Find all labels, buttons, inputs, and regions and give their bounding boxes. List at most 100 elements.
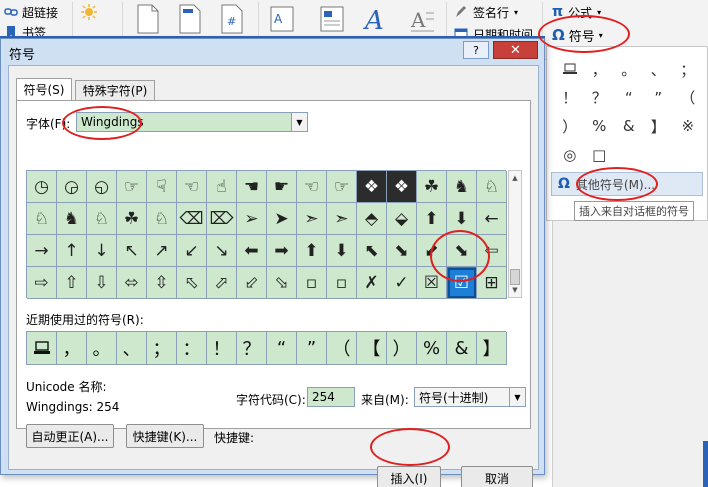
scroll-thumb[interactable] (510, 269, 520, 285)
symbol-cell[interactable]: ↑ (57, 235, 87, 267)
autocorrect-button[interactable]: 自动更正(A)... (26, 424, 114, 448)
tab-symbols[interactable]: 符号(S) (16, 78, 72, 100)
symbol-cell[interactable]: ☛ (267, 171, 297, 203)
symbol-cell[interactable]: ↘ (207, 235, 237, 267)
symbol-cell[interactable]: ◷ (27, 171, 57, 203)
symbol-cell[interactable]: ↙ (177, 235, 207, 267)
symbol-cell[interactable]: ☞ (327, 171, 357, 203)
recent-symbol-cell[interactable] (27, 332, 57, 365)
insert-button[interactable]: 插入(I) (377, 466, 441, 487)
symbol-cell[interactable]: ⬁ (177, 267, 207, 299)
quick-symbol-cell[interactable]: % (585, 112, 615, 141)
quick-symbol-cell[interactable]: 【 (703, 84, 708, 113)
symbol-cell[interactable]: ⇨ (27, 267, 57, 299)
header-page-icon[interactable] (176, 3, 204, 35)
recent-symbol-cell[interactable]: 。 (87, 332, 117, 365)
from-select[interactable]: 符号(十进制) ▼ (414, 387, 526, 407)
symbol-cell[interactable]: ⬋ (417, 235, 447, 267)
symbol-cell[interactable]: ➢ (237, 203, 267, 235)
symbol-cell[interactable]: ⬀ (207, 267, 237, 299)
recent-symbol-cell[interactable]: ； (147, 332, 177, 365)
symbol-cell[interactable]: ⬉ (357, 235, 387, 267)
symbol-cell[interactable]: ♘ (27, 203, 57, 235)
symbol-cell[interactable]: ⌦ (207, 203, 237, 235)
quick-symbol-cell[interactable]: ？ (585, 84, 615, 113)
symbol-grid-scrollbar[interactable]: ▲ ▼ (508, 170, 522, 298)
quick-symbol-cell[interactable]: ※ (673, 112, 703, 141)
symbol-cell[interactable]: ↓ (87, 235, 117, 267)
symbol-cell[interactable]: ♘ (147, 203, 177, 235)
symbol-cell[interactable]: ♘ (477, 171, 507, 203)
font-select[interactable]: Wingdings ▼ (76, 112, 308, 132)
quick-symbol-cell[interactable]: ○ (703, 112, 708, 141)
recent-symbol-cell[interactable]: 】 (477, 332, 507, 365)
symbol-cell[interactable]: ✓ (387, 267, 417, 299)
symbol-cell[interactable]: ⇧ (57, 267, 87, 299)
recent-symbol-cell[interactable]: 、 (117, 332, 147, 365)
signature-line-button[interactable]: 签名行 ▾ (454, 2, 518, 22)
recent-symbol-cell[interactable]: ， (57, 332, 87, 365)
quick-parts-icon[interactable] (318, 3, 346, 35)
quick-symbol-cell[interactable]: ） (555, 112, 585, 141)
symbol-cell[interactable]: ⬇ (447, 203, 477, 235)
char-code-input[interactable]: 254 (307, 387, 355, 407)
symbol-menu-button[interactable]: Ω 符号 ▾ (546, 24, 630, 46)
symbol-cell[interactable]: ⬊ (447, 235, 477, 267)
symbol-cell[interactable]: ❖ (357, 171, 387, 203)
symbol-cell[interactable]: ☝ (207, 171, 237, 203)
symbol-cell[interactable]: ☑ (447, 267, 477, 299)
quick-symbol-cell[interactable]: ， (585, 55, 615, 84)
symbol-cell[interactable]: ⬂ (267, 267, 297, 299)
page-icon[interactable] (134, 3, 162, 35)
recent-symbol-cell[interactable]: 【 (357, 332, 387, 365)
symbol-cell[interactable]: ➣ (327, 203, 357, 235)
equation-button[interactable]: π 公式 ▾ (552, 2, 601, 22)
wordart-icon[interactable]: A (362, 3, 390, 35)
quick-symbol-cell[interactable]: ！ (555, 84, 585, 113)
quick-symbol-cell[interactable]: 。 (614, 55, 644, 84)
symbol-cell[interactable]: ✗ (357, 267, 387, 299)
dropcap-icon[interactable]: A (408, 3, 436, 35)
quick-symbol-cell[interactable]: 、 (644, 55, 674, 84)
symbol-cell[interactable]: ➤ (267, 203, 297, 235)
symbol-cell[interactable]: ➡ (267, 235, 297, 267)
symbol-cell[interactable]: ♞ (57, 203, 87, 235)
symbol-cell[interactable]: ⬘ (357, 203, 387, 235)
symbol-cell[interactable]: ☟ (147, 171, 177, 203)
recent-symbol-cell[interactable]: ： (177, 332, 207, 365)
symbol-cell[interactable]: ▫ (327, 267, 357, 299)
quick-symbol-cell[interactable]: “ (614, 84, 644, 113)
scroll-down-icon[interactable]: ▼ (509, 284, 521, 296)
quick-symbol-cell[interactable]: □ (585, 141, 615, 170)
symbol-cell[interactable]: ◶ (57, 171, 87, 203)
quick-symbol-cell[interactable]: 】 (644, 112, 674, 141)
symbol-cell[interactable]: ↗ (147, 235, 177, 267)
symbol-cell[interactable]: ➣ (297, 203, 327, 235)
symbol-cell[interactable]: ◵ (87, 171, 117, 203)
quick-symbol-cell[interactable]: （ (673, 84, 703, 113)
symbol-cell[interactable]: ☚ (237, 171, 267, 203)
symbol-cell[interactable]: ☜ (297, 171, 327, 203)
symbol-cell[interactable]: ⇦ (477, 235, 507, 267)
quick-symbol-cell[interactable]: ◎ (555, 141, 585, 170)
textbox-icon[interactable]: A (268, 3, 296, 35)
symbol-cell[interactable]: ⬄ (117, 267, 147, 299)
recent-symbol-cell[interactable]: ？ (237, 332, 267, 365)
symbol-cell[interactable]: ⬇ (327, 235, 357, 267)
symbol-cell[interactable]: ⊞ (477, 267, 507, 299)
help-button[interactable]: ? (463, 41, 489, 59)
page-number-icon[interactable]: # (218, 3, 246, 35)
recent-symbol-cell[interactable]: ” (297, 332, 327, 365)
symbol-cell[interactable]: ☒ (417, 267, 447, 299)
symbol-cell[interactable]: ☜ (177, 171, 207, 203)
symbol-cell[interactable]: ☞ (117, 171, 147, 203)
more-symbols-item[interactable]: Ω 其他符号(M)... (551, 172, 703, 196)
recent-symbol-cell[interactable]: % (417, 332, 447, 365)
symbol-cell[interactable]: ⬆ (417, 203, 447, 235)
quick-symbol-cell[interactable]: ” (644, 84, 674, 113)
quick-symbol-cell[interactable]: ： (703, 55, 708, 84)
symbol-cell[interactable]: ☘ (117, 203, 147, 235)
symbol-cell[interactable]: ⌫ (177, 203, 207, 235)
scroll-up-icon[interactable]: ▲ (509, 172, 521, 184)
tab-special-characters[interactable]: 特殊字符(P) (75, 80, 155, 100)
